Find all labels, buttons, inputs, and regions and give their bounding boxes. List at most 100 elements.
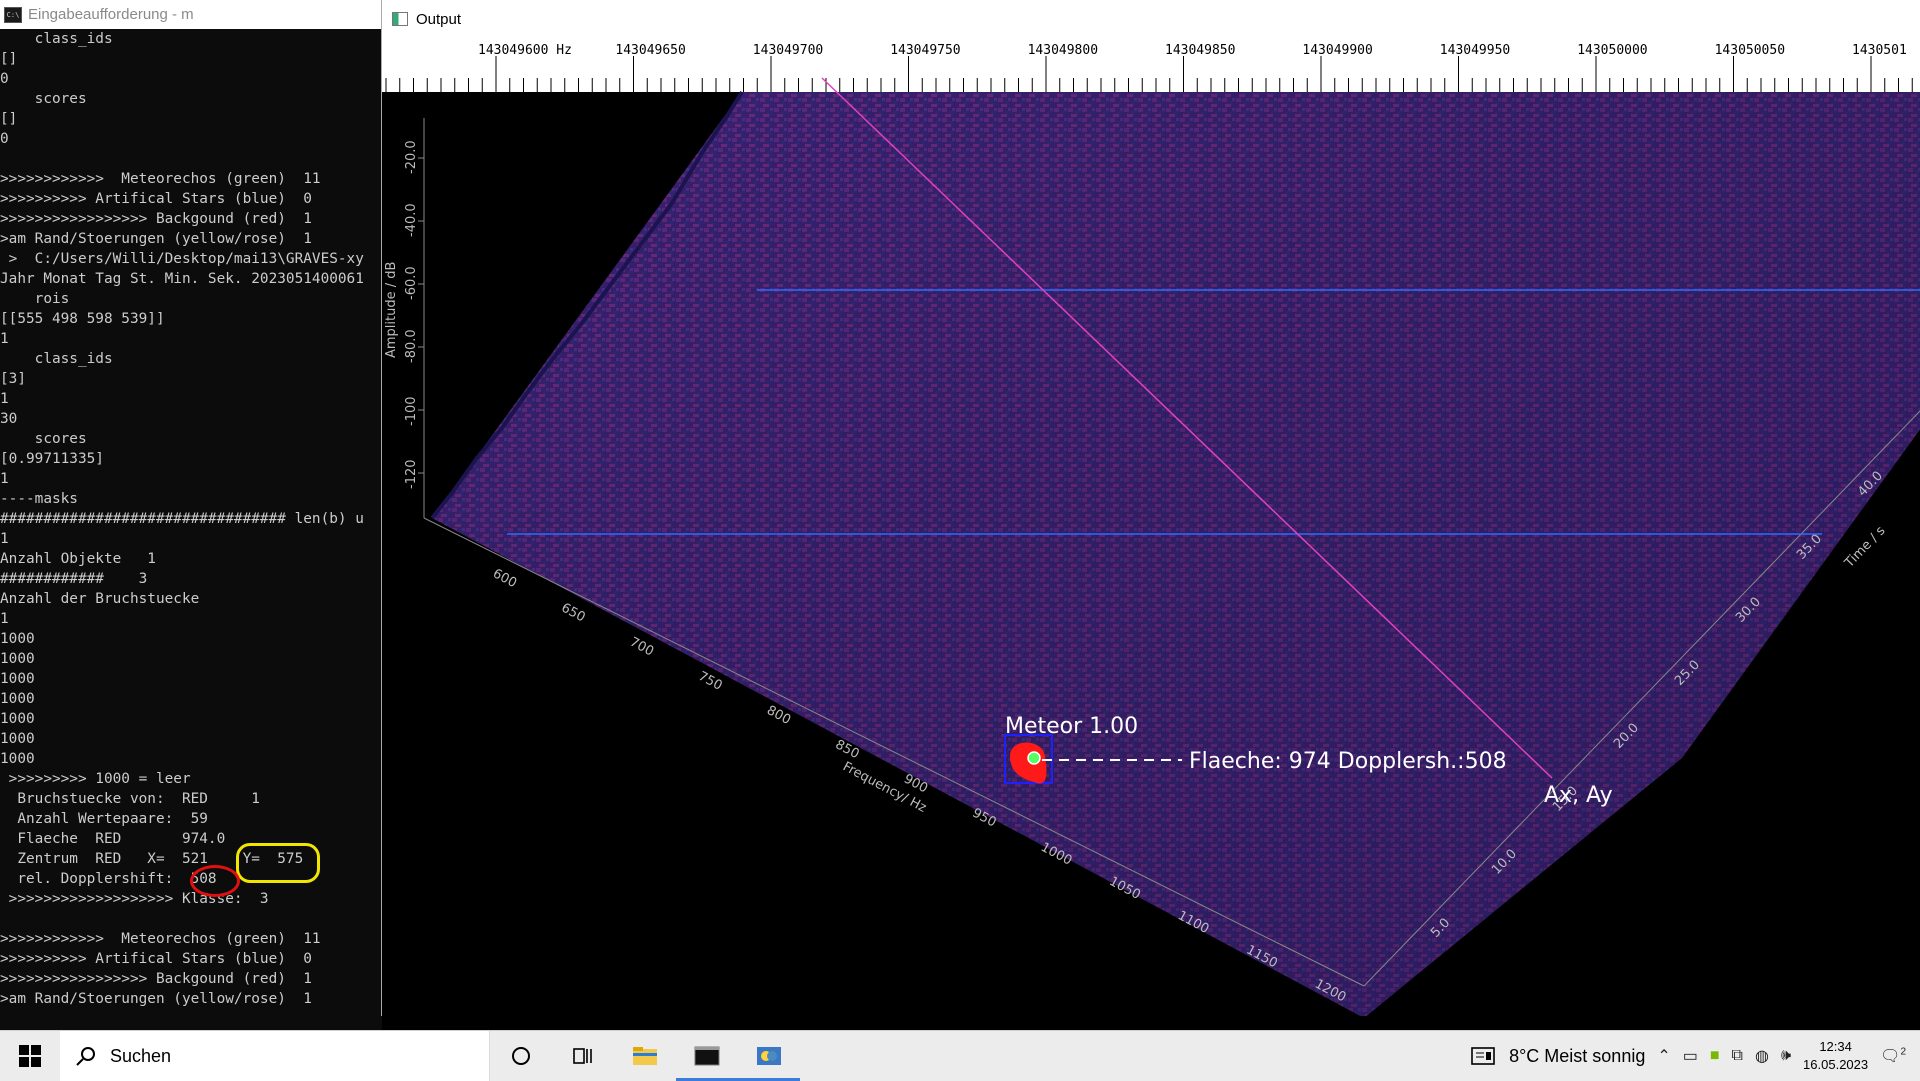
- console-line: 1: [0, 471, 9, 487]
- output-window[interactable]: Output 143049600 Hz 143049650 143049700 143…: [381, 0, 1920, 1016]
- spectrogram-plot[interactable]: 143049600 Hz 143049650 143049700 143049750 1…: [382, 38, 1920, 1016]
- console-line: ----masks: [0, 491, 78, 507]
- clock-date: 16.05.2023: [1803, 1057, 1869, 1072]
- console-line: Bruchstuecke von: RED 1: [0, 791, 260, 807]
- console-line: Jahr Monat Tag St. Min. Sek. 20230514000…: [0, 271, 364, 287]
- console-line: Anzahl der Bruchstuecke: [0, 591, 200, 607]
- clock-time: 12:34: [1819, 1039, 1852, 1054]
- meet-now-icon[interactable]: ⧉: [1732, 1047, 1743, 1065]
- console-line: >>>>>>>>>> Artifical Stars (blue) 0: [0, 191, 312, 207]
- console-line: 1000: [0, 731, 35, 747]
- console-line: >>>>>>>>>>>> Meteorechos (green) 11: [0, 931, 321, 947]
- battery-icon[interactable]: ▭: [1683, 1046, 1698, 1066]
- amplitude-tick-label: -100: [404, 396, 419, 426]
- ruler-label: 143049650: [615, 43, 685, 58]
- weather-text[interactable]: 8°C Meist sonnig: [1509, 1046, 1645, 1067]
- console-line: 1: [0, 391, 9, 407]
- task-view-button[interactable]: [552, 1031, 614, 1081]
- console-line: [[555 498 598 539]]: [0, 311, 165, 327]
- console-line: scores: [0, 91, 87, 107]
- console-line: Flaeche RED 974.0: [0, 831, 226, 847]
- amplitude-tick-label: -60.0: [404, 266, 419, 300]
- console-line: ############ 3: [0, 571, 148, 587]
- console-line: >>>>>>>>>>>>>>>>>>> Klasse: 3: [0, 891, 269, 907]
- console-line: >>>>>>>>>>>> Meteorechos (green) 11: [0, 171, 321, 187]
- console-line: 1000: [0, 651, 35, 667]
- console-line: 1: [0, 331, 9, 347]
- search-placeholder: Suchen: [110, 1045, 172, 1066]
- console-line: 1000: [0, 751, 35, 767]
- speaker-icon[interactable]: 🕪: [1781, 1047, 1791, 1065]
- search-box[interactable]: Suchen: [60, 1031, 490, 1081]
- terminal-icon: [694, 1046, 720, 1066]
- console-line: Anzahl Objekte 1: [0, 551, 156, 567]
- ruler-label: 143049800: [1028, 43, 1098, 58]
- clock[interactable]: 12:34 16.05.2023: [1803, 1038, 1868, 1074]
- ruler-label: 143049950: [1440, 43, 1510, 58]
- ruler-label: 143050050: [1715, 43, 1785, 58]
- console-line: []: [0, 51, 18, 67]
- ruler-label: 1430501: [1852, 43, 1907, 58]
- window-icon: [392, 12, 408, 26]
- console-line: 1: [0, 531, 9, 547]
- console-line: [3]: [0, 371, 26, 387]
- console-line: 1000: [0, 631, 35, 647]
- console-line: class_ids: [0, 351, 113, 367]
- console-line: scores: [0, 431, 87, 447]
- console-line: >am Rand/Stoerungen (yellow/rose) 1: [0, 231, 312, 247]
- system-tray: 8°C Meist sonnig ⌃ ▭ ■ ⧉ ◍ 🕪 12:34 16.05…: [1471, 1031, 1920, 1081]
- flaeche-doppler-label: Flaeche: 974 Dopplersh.:508: [1189, 749, 1507, 774]
- console-output[interactable]: class_ids [] 0 scores [] 0 >>>>>>>>>>>> Meteo…: [0, 29, 382, 1009]
- windows-logo-icon: [19, 1045, 41, 1067]
- amplitude-tick-label: -120: [404, 459, 419, 489]
- amplitude-tick-label: -20.0: [404, 140, 419, 174]
- console-window[interactable]: C:\ Eingabeaufforderung - m class_ids [] 0…: [0, 0, 382, 1030]
- console-titlebar[interactable]: C:\ Eingabeaufforderung - m: [0, 0, 382, 29]
- console-line: 1000: [0, 671, 35, 687]
- nvidia-icon[interactable]: ■: [1710, 1047, 1720, 1065]
- file-explorer-button[interactable]: [614, 1031, 676, 1081]
- console-line: rel. Dopplershift: 508: [0, 871, 217, 887]
- network-globe-icon[interactable]: ◍: [1755, 1046, 1769, 1066]
- folder-icon: [633, 1047, 657, 1065]
- output-title: Output: [416, 10, 462, 28]
- start-button[interactable]: [0, 1031, 60, 1081]
- frequency-ruler: [382, 38, 1920, 92]
- console-line: >>>>>>>>>> Artifical Stars (blue) 0: [0, 951, 312, 967]
- console-line: 1000: [0, 691, 35, 707]
- console-line: 1000: [0, 711, 35, 727]
- ruler-label: 143049850: [1165, 43, 1235, 58]
- console-line: >>>>>>>>> 1000 = leer: [0, 771, 191, 787]
- cmd-icon: C:\: [4, 6, 22, 23]
- chevron-up-icon[interactable]: ⌃: [1657, 1046, 1670, 1066]
- amplitude-axis-label: Amplitude / dB: [384, 262, 399, 358]
- console-line: rois: [0, 291, 70, 307]
- console-title: Eingabeaufforderung - m: [28, 6, 194, 23]
- ruler-label: 143049700: [753, 43, 823, 58]
- cortana-button[interactable]: [490, 1031, 552, 1081]
- ruler-label: 143049900: [1302, 43, 1372, 58]
- python-output-button[interactable]: [738, 1031, 800, 1081]
- ruler-label: 143049750: [890, 43, 960, 58]
- console-line: >>>>>>>>>>>>>>>>> Backgound (red) 1: [0, 211, 312, 227]
- notification-count: 2: [1900, 1046, 1906, 1058]
- meteor-center-point: [1027, 751, 1041, 765]
- ruler-label: 143049600 Hz: [478, 43, 572, 58]
- command-prompt-button[interactable]: [676, 1031, 738, 1081]
- console-line: 30: [0, 411, 18, 427]
- meteor-label: Meteor 1.00: [1005, 714, 1138, 739]
- taskbar: Suchen 8°C Meist sonnig ⌃ ▭ ■ ⧉ ◍ 🕪 12:3…: [0, 1030, 1920, 1081]
- console-line: []: [0, 111, 18, 127]
- console-line: class_ids: [0, 31, 113, 47]
- console-line: 1: [0, 611, 9, 627]
- notifications-icon[interactable]: 🗨2: [1880, 1046, 1906, 1066]
- output-titlebar[interactable]: Output: [382, 0, 1920, 38]
- console-line: >>>>>>>>>>>>>>>>> Backgound (red) 1: [0, 971, 312, 987]
- news-weather-icon[interactable]: [1471, 1046, 1497, 1066]
- python-icon: [757, 1047, 781, 1065]
- ax-ay-label: Ax, Ay: [1544, 783, 1613, 808]
- ruler-label: 143050000: [1577, 43, 1647, 58]
- cortana-circle-icon: [512, 1047, 530, 1065]
